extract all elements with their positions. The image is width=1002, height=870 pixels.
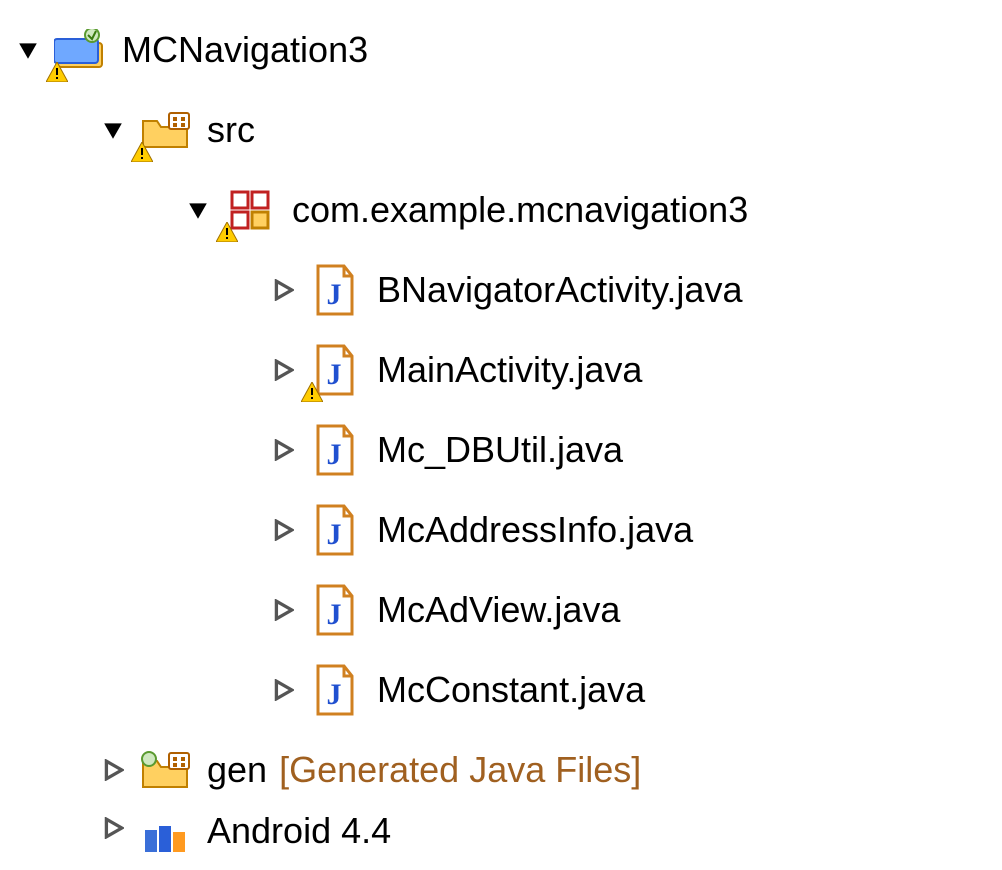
svg-text:J: J: [327, 438, 342, 471]
collapse-arrow-icon[interactable]: [265, 272, 301, 308]
java-file-icon: J: [307, 582, 363, 638]
tree-item-label: BNavigatorActivity.java: [377, 269, 742, 311]
tree-item-label: MCNavigation3: [122, 29, 368, 71]
package-icon: [222, 182, 278, 238]
warning-badge-icon: [301, 382, 323, 402]
java-file-icon: J: [307, 662, 363, 718]
library-icon: [137, 810, 193, 860]
java-file-icon: J: [307, 502, 363, 558]
collapse-arrow-icon[interactable]: [265, 432, 301, 468]
svg-text:J: J: [327, 358, 342, 391]
tree-item-java-file[interactable]: J McAdView.java: [0, 570, 1002, 650]
tree-item-label: com.example.mcnavigation3: [292, 189, 748, 231]
collapse-arrow-icon[interactable]: [265, 512, 301, 548]
tree-item-gen-folder[interactable]: gen [Generated Java Files]: [0, 730, 1002, 810]
java-file-icon: J: [307, 342, 363, 398]
expand-arrow-icon[interactable]: [10, 32, 46, 68]
tree-item-project[interactable]: MCNavigation3: [0, 10, 1002, 90]
collapse-arrow-icon[interactable]: [95, 810, 131, 846]
tree-item-label: McAdView.java: [377, 589, 620, 631]
tree-item-package[interactable]: com.example.mcnavigation3: [0, 170, 1002, 250]
tree-item-java-file[interactable]: J McConstant.java: [0, 650, 1002, 730]
package-explorer-tree: MCNavigation3 src: [0, 10, 1002, 860]
tree-item-label: gen: [207, 749, 267, 791]
svg-text:J: J: [327, 678, 342, 711]
source-folder-icon: [137, 742, 193, 798]
expand-arrow-icon[interactable]: [180, 192, 216, 228]
tree-item-label: src: [207, 109, 255, 151]
tree-item-label: Mc_DBUtil.java: [377, 429, 623, 471]
tree-item-label: Android 4.4: [207, 810, 391, 852]
java-file-icon: J: [307, 262, 363, 318]
java-file-icon: J: [307, 422, 363, 478]
tree-item-src-folder[interactable]: src: [0, 90, 1002, 170]
expand-arrow-icon[interactable]: [95, 112, 131, 148]
tree-item-android-lib[interactable]: Android 4.4: [0, 810, 1002, 860]
collapse-arrow-icon[interactable]: [265, 592, 301, 628]
svg-text:J: J: [327, 518, 342, 551]
project-icon: [52, 22, 108, 78]
tree-item-label: McConstant.java: [377, 669, 645, 711]
tree-item-java-file[interactable]: J MainActivity.java: [0, 330, 1002, 410]
tree-item-java-file[interactable]: J BNavigatorActivity.java: [0, 250, 1002, 330]
collapse-arrow-icon[interactable]: [265, 352, 301, 388]
tree-item-java-file[interactable]: J Mc_DBUtil.java: [0, 410, 1002, 490]
tree-item-label: McAddressInfo.java: [377, 509, 693, 551]
collapse-arrow-icon[interactable]: [265, 672, 301, 708]
tree-item-java-file[interactable]: J McAddressInfo.java: [0, 490, 1002, 570]
tree-item-suffix: [Generated Java Files]: [279, 749, 641, 791]
source-folder-icon: [137, 102, 193, 158]
tree-item-label: MainActivity.java: [377, 349, 642, 391]
svg-text:J: J: [327, 278, 342, 311]
svg-text:J: J: [327, 598, 342, 631]
collapse-arrow-icon[interactable]: [95, 752, 131, 788]
